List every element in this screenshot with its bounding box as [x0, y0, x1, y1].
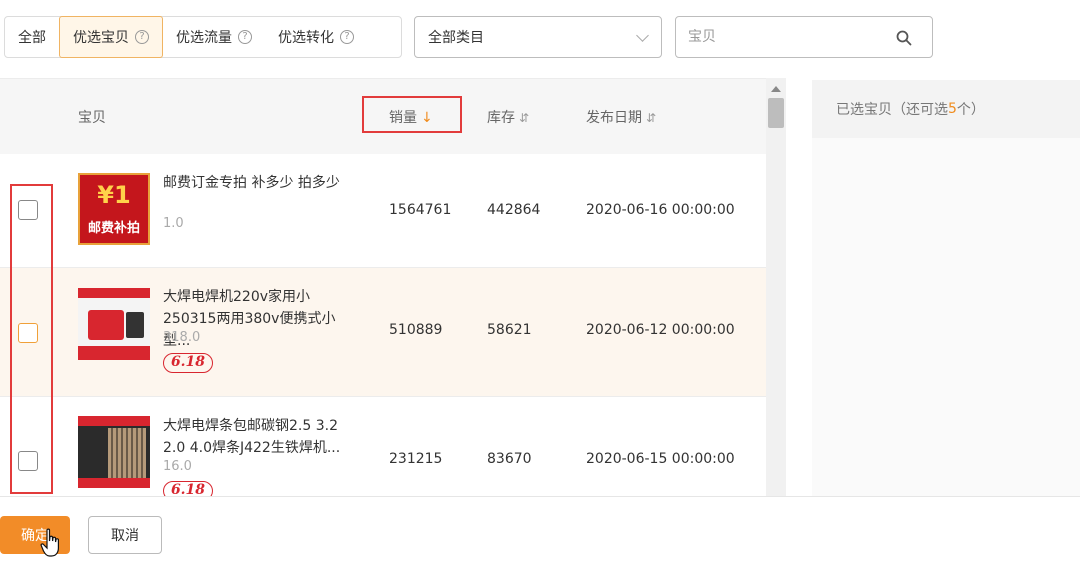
checkbox-highlight-box — [10, 184, 53, 494]
tab-label: 优选流量 — [176, 30, 232, 46]
thumbnail-banner — [78, 416, 150, 426]
product-thumbnail[interactable] — [78, 288, 150, 360]
search-box — [675, 16, 933, 58]
sales-highlight-box — [362, 96, 462, 133]
product-title[interactable]: 大焊电焊条包邮碳钢2.5 3.2 2.0 4.0焊条J422生铁焊机... — [163, 415, 353, 459]
table-row: 大焊电焊条包邮碳钢2.5 3.2 2.0 4.0焊条J422生铁焊机... 16… — [0, 397, 766, 496]
selected-prefix: 已选宝贝（还可选 — [836, 102, 948, 118]
sales-value: 1564761 — [389, 202, 452, 218]
help-icon[interactable]: ? — [238, 30, 252, 44]
table-header: 宝贝 销量 ↓ 库存 ⇵ 发布日期 ⇵ — [0, 78, 766, 154]
tab-selected-conversion[interactable]: 优选转化? — [265, 17, 367, 57]
tab-selected-items[interactable]: 优选宝贝? — [59, 16, 163, 58]
product-price: 1.0 — [163, 216, 184, 231]
search-icon[interactable] — [896, 30, 912, 46]
header-item: 宝贝 — [78, 110, 106, 126]
welder-image — [88, 310, 124, 340]
search-input[interactable] — [688, 29, 888, 45]
hand-cursor-icon — [40, 528, 59, 557]
item-table: 宝贝 销量 ↓ 库存 ⇵ 发布日期 ⇵ ¥1 邮费补拍 邮费订金专拍 补多少 拍多少 … — [0, 78, 786, 496]
remaining-count: 5 — [948, 101, 957, 117]
tab-label: 全部 — [18, 30, 46, 46]
header-stock-label: 库存 — [487, 110, 515, 126]
category-select[interactable]: 全部类目 — [414, 16, 662, 58]
stock-value: 58621 — [487, 322, 532, 338]
selected-items-panel: 已选宝贝（还可选 5 个） — [812, 80, 1080, 496]
thumbnail-banner — [78, 478, 150, 488]
footer-divider — [0, 496, 1080, 497]
product-price: 16.0 — [163, 459, 192, 474]
scroll-up-icon[interactable] — [771, 86, 781, 92]
product-thumbnail[interactable] — [78, 416, 150, 488]
tab-all[interactable]: 全部 — [5, 17, 59, 57]
tab-label: 优选宝贝 — [73, 30, 129, 46]
header-date[interactable]: 发布日期 ⇵ — [586, 107, 656, 127]
date-value: 2020-06-12 00:00:00 — [586, 322, 735, 338]
sales-value: 510889 — [389, 322, 443, 338]
category-value: 全部类目 — [428, 30, 484, 46]
cancel-button[interactable]: 取消 — [88, 516, 162, 554]
stock-value: 83670 — [487, 451, 532, 467]
electrode-image — [108, 428, 146, 478]
table-row: ¥1 邮费补拍 邮费订金专拍 补多少 拍多少 1.0 1564761 44286… — [0, 154, 766, 268]
selected-items-header: 已选宝贝（还可选 5 个） — [812, 80, 1080, 138]
header-date-label: 发布日期 — [586, 110, 642, 126]
table-row: 大焊电焊机220v家用小250315两用380v便携式小型... 318.0 6… — [0, 268, 766, 397]
promo-badge-618: 6.18 — [163, 481, 213, 496]
help-icon[interactable]: ? — [135, 30, 149, 44]
chevron-down-icon — [636, 29, 649, 42]
thumbnail-price-text: ¥1 — [97, 181, 131, 209]
scroll-thumb[interactable] — [768, 98, 784, 128]
tab-label: 优选转化 — [278, 30, 334, 46]
welder-image — [126, 312, 144, 338]
thumbnail-banner — [78, 288, 150, 298]
filter-tabs: 全部 优选宝贝? 优选流量? 优选转化? — [4, 16, 402, 58]
date-value: 2020-06-15 00:00:00 — [586, 451, 735, 467]
tab-selected-traffic[interactable]: 优选流量? — [163, 17, 265, 57]
sales-value: 231215 — [389, 451, 443, 467]
sort-icon: ⇵ — [646, 111, 657, 125]
thumbnail-banner — [78, 346, 150, 360]
date-value: 2020-06-16 00:00:00 — [586, 202, 735, 218]
help-icon[interactable]: ? — [340, 30, 354, 44]
table-scrollbar[interactable] — [766, 78, 786, 496]
product-thumbnail[interactable]: ¥1 邮费补拍 — [78, 173, 150, 245]
thumbnail-label: 邮费补拍 — [87, 221, 140, 236]
selected-suffix: 个） — [956, 102, 985, 118]
sort-icon: ⇵ — [519, 111, 530, 125]
product-price: 318.0 — [163, 330, 201, 345]
product-title[interactable]: 邮费订金专拍 补多少 拍多少 — [163, 172, 353, 194]
promo-badge-618: 6.18 — [163, 353, 213, 373]
header-stock[interactable]: 库存 ⇵ — [487, 107, 529, 127]
stock-value: 442864 — [487, 202, 541, 218]
